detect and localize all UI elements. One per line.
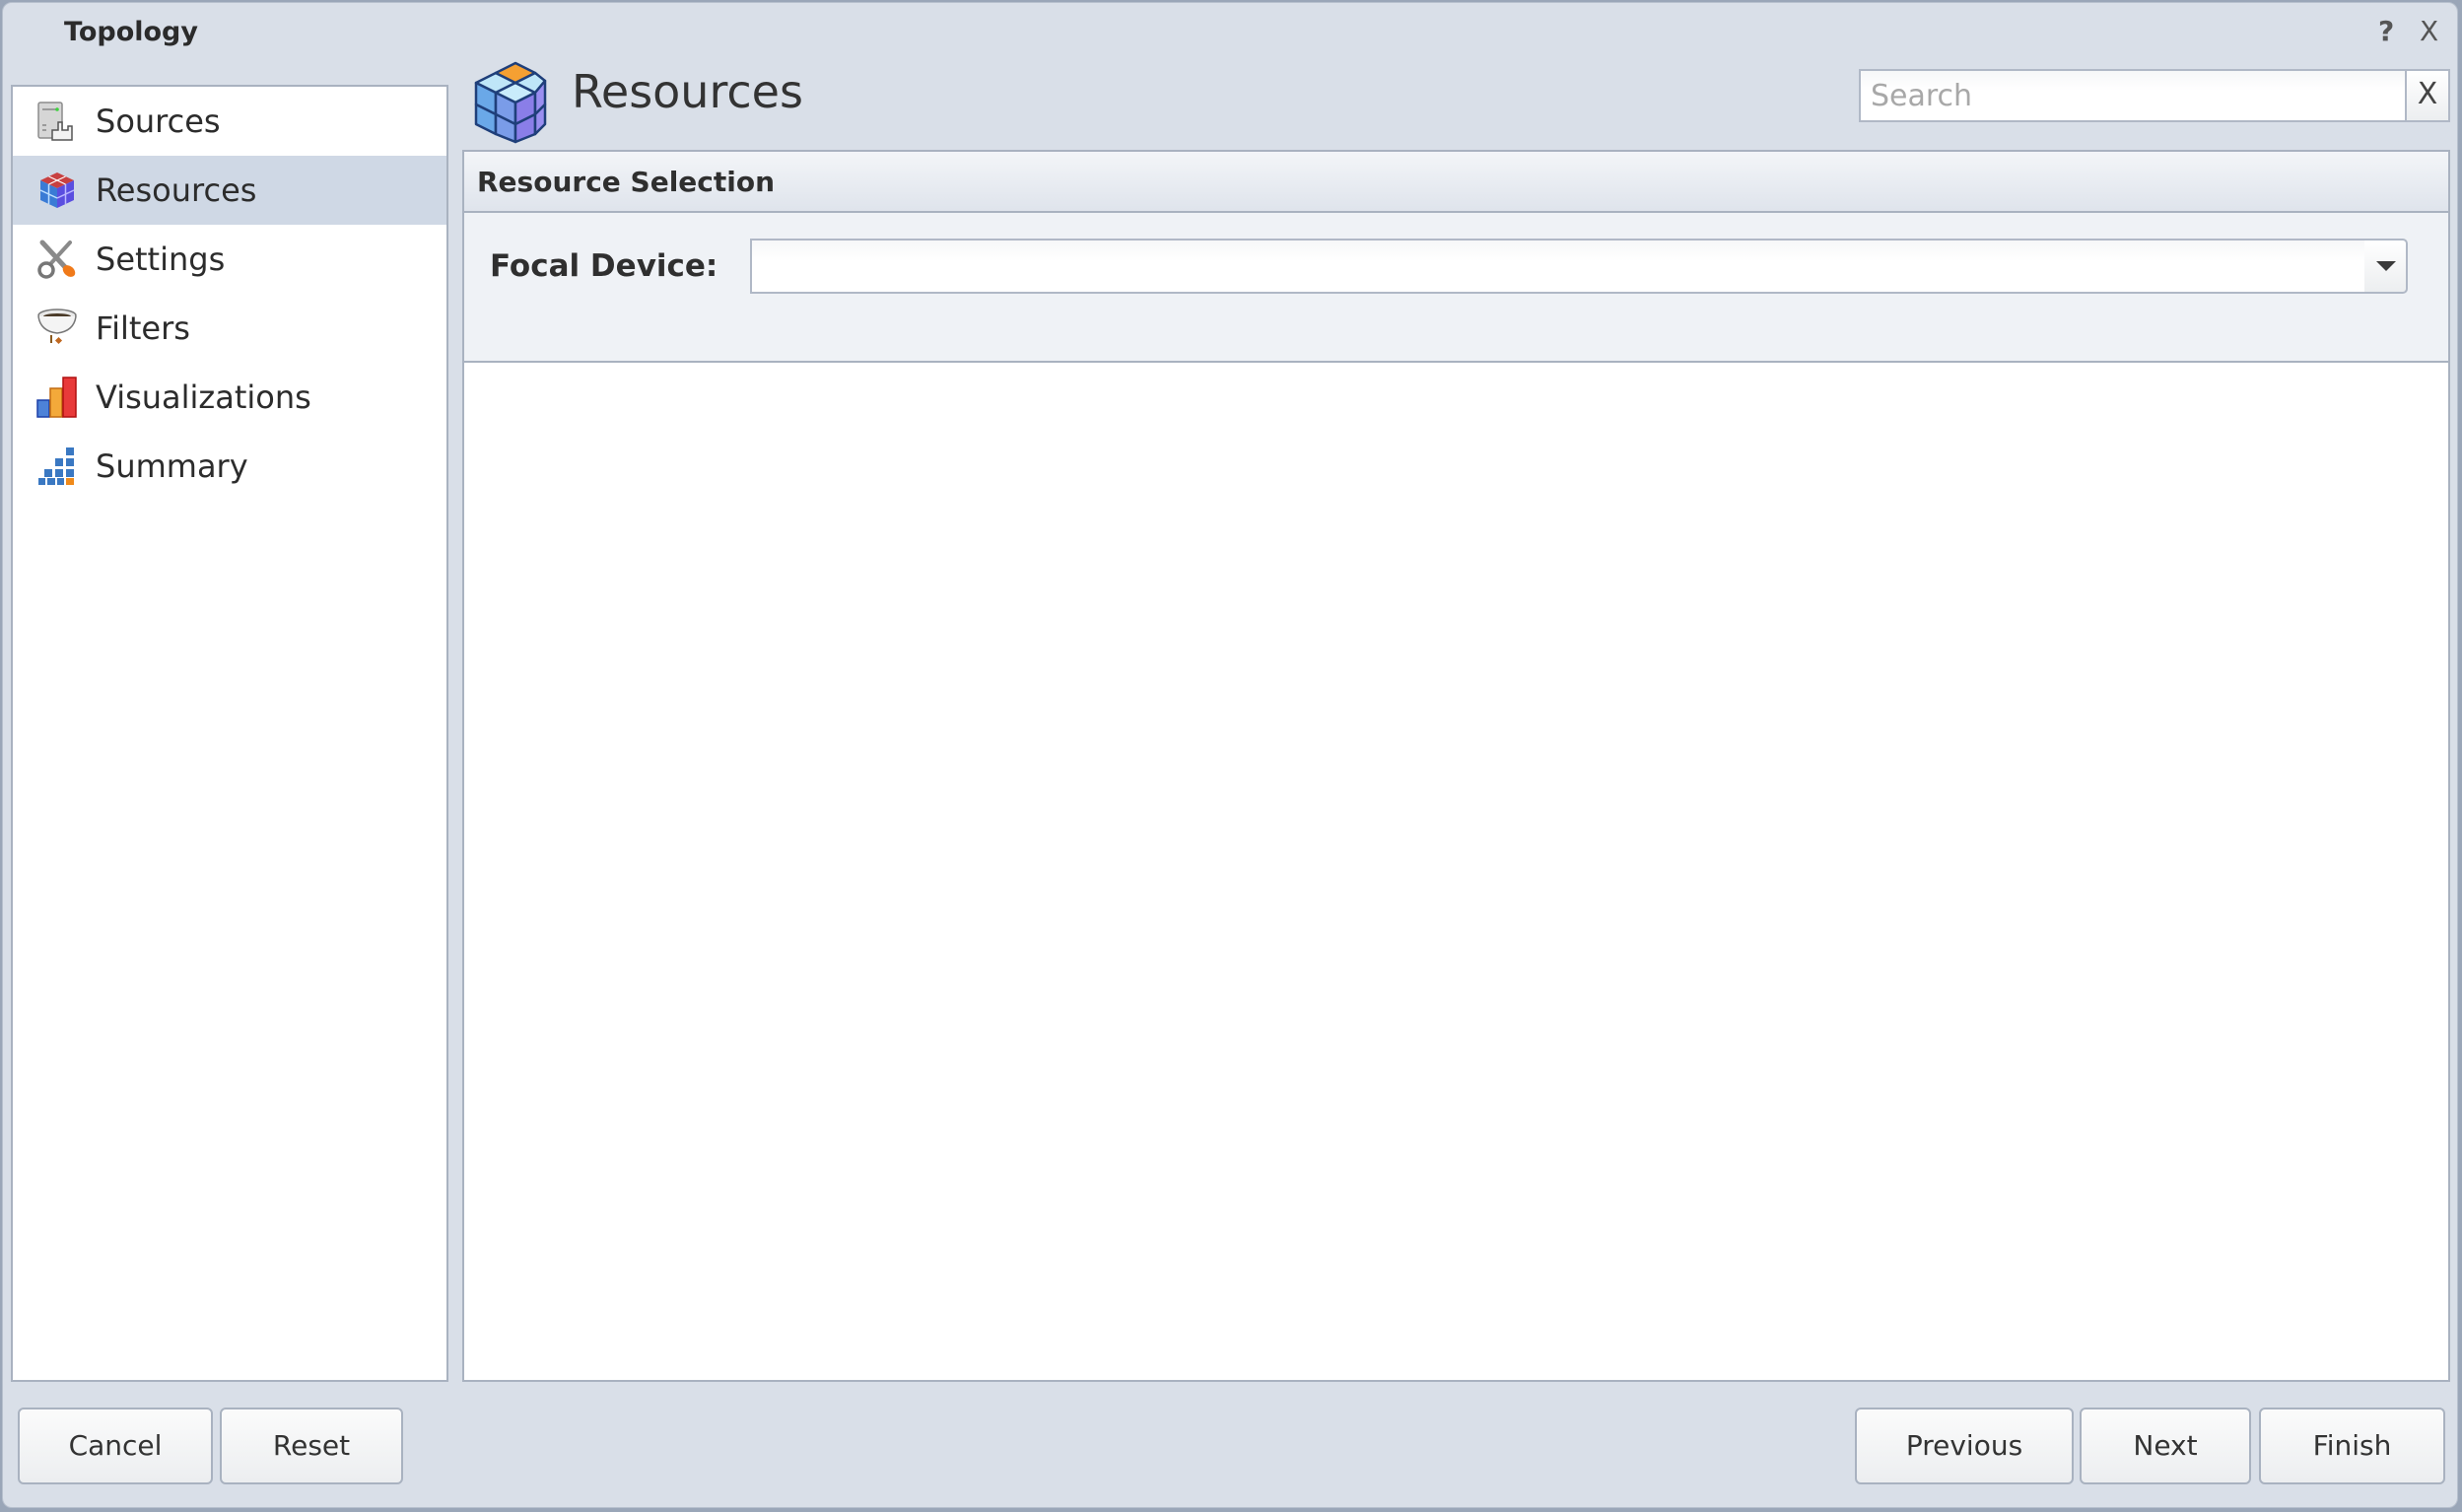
page-title: Resources (572, 65, 803, 118)
cube-icon (39, 172, 75, 208)
sidebar-item-label: Resources (96, 172, 257, 209)
close-button[interactable]: X (2420, 15, 2438, 47)
summary-icon (38, 447, 74, 485)
server-icon (37, 102, 73, 141)
focal-device-select[interactable] (750, 239, 2366, 294)
bar-chart-icon (36, 377, 77, 418)
sidebar-item-visualizations[interactable]: Visualizations (13, 363, 446, 432)
wizard-sidebar: Sources Resources Settings Filters Visua… (11, 85, 448, 1382)
help-button[interactable]: ? (2378, 15, 2394, 47)
finish-button[interactable]: Finish (2259, 1408, 2445, 1484)
main-panel: Resource Selection Focal Device: (462, 150, 2450, 1382)
sidebar-item-label: Settings (96, 241, 226, 278)
sidebar-item-sources[interactable]: Sources (13, 87, 446, 156)
chevron-down-icon[interactable] (2364, 239, 2408, 294)
search-input[interactable] (1859, 69, 2407, 122)
cube-icon (474, 61, 547, 144)
section-title: Resource Selection (464, 152, 2448, 213)
next-button[interactable]: Next (2080, 1408, 2251, 1484)
tools-icon (37, 240, 76, 279)
search-clear-button[interactable]: X (2405, 69, 2450, 122)
sidebar-item-resources[interactable]: Resources (13, 156, 446, 225)
sidebar-item-label: Sources (96, 103, 221, 140)
sidebar-item-filters[interactable]: Filters (13, 294, 446, 363)
previous-button[interactable]: Previous (1855, 1408, 2074, 1484)
reset-button[interactable]: Reset (220, 1408, 403, 1484)
focal-device-label: Focal Device: (490, 248, 718, 284)
sidebar-item-label: Visualizations (96, 378, 311, 416)
sidebar-item-settings[interactable]: Settings (13, 225, 446, 294)
window-title: Topology (64, 17, 198, 47)
sidebar-item-label: Filters (96, 309, 190, 347)
sidebar-item-summary[interactable]: Summary (13, 432, 446, 501)
focal-device-row: Focal Device: (464, 213, 2448, 363)
cancel-button[interactable]: Cancel (18, 1408, 213, 1484)
funnel-icon (37, 309, 77, 345)
sidebar-item-label: Summary (96, 447, 248, 485)
